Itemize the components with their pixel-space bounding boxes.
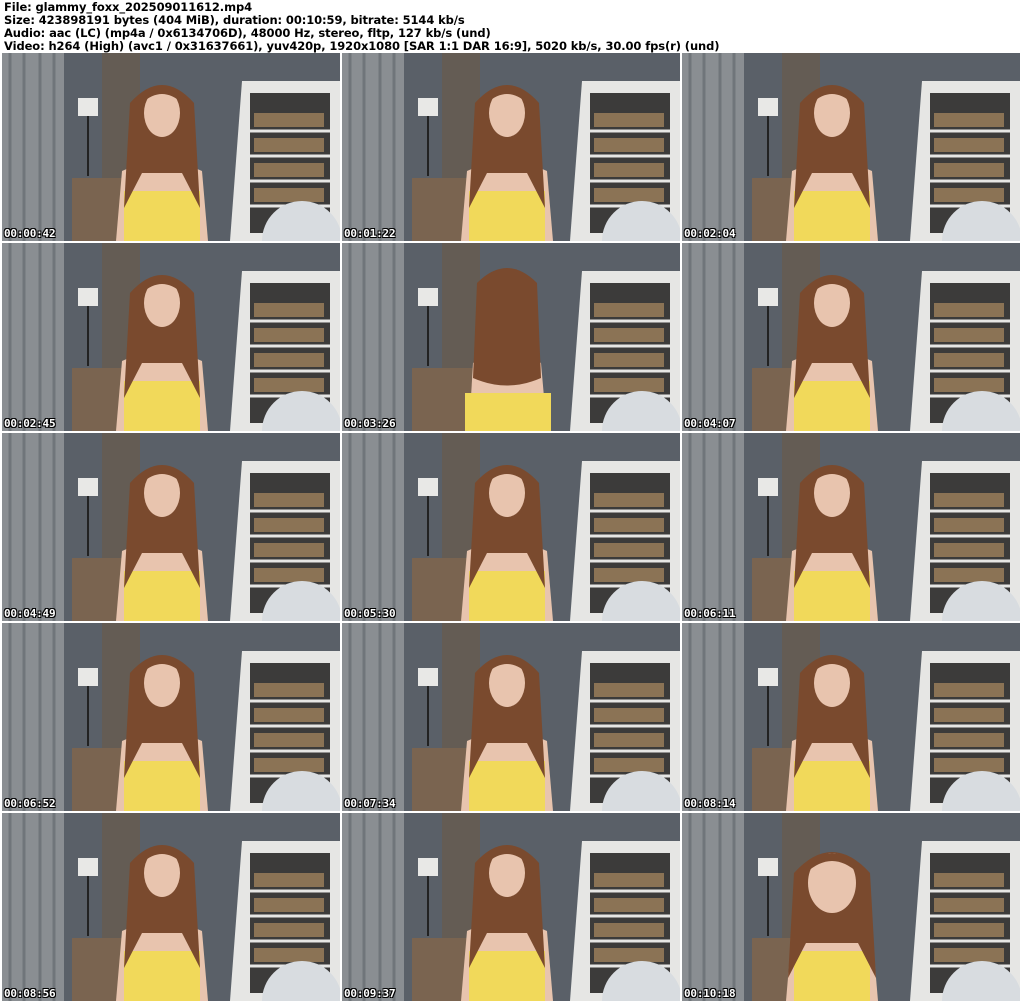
frame-image xyxy=(342,53,680,241)
frame-image xyxy=(682,623,1020,811)
video-frame-thumbnail[interactable]: 00:10:18 xyxy=(682,813,1020,1001)
frame-image xyxy=(2,433,340,621)
frame-image xyxy=(2,53,340,241)
frame-timestamp: 00:04:07 xyxy=(684,417,736,430)
video-frame-thumbnail[interactable]: 00:08:14 xyxy=(682,623,1020,811)
video-frame-thumbnail[interactable]: 00:08:56 xyxy=(2,813,340,1001)
frame-timestamp: 00:06:52 xyxy=(4,797,56,810)
video-frame-thumbnail[interactable]: 00:04:49 xyxy=(2,433,340,621)
video-frame-thumbnail[interactable]: 00:00:42 xyxy=(2,53,340,241)
video-frame-thumbnail[interactable]: 00:09:37 xyxy=(342,813,680,1001)
frame-image xyxy=(682,813,1020,1001)
frame-timestamp: 00:08:14 xyxy=(684,797,736,810)
frame-image xyxy=(2,813,340,1001)
thumbnail-grid: 00:00:42 00:01:22 00:02:04 00:02:45 00:0… xyxy=(2,53,1020,1001)
frame-image xyxy=(682,243,1020,431)
frame-timestamp: 00:03:26 xyxy=(344,417,396,430)
frame-timestamp: 00:07:34 xyxy=(344,797,396,810)
frame-image xyxy=(342,243,680,431)
video-frame-thumbnail[interactable]: 00:06:52 xyxy=(2,623,340,811)
video-frame-thumbnail[interactable]: 00:03:26 xyxy=(342,243,680,431)
video-frame-thumbnail[interactable]: 00:06:11 xyxy=(682,433,1020,621)
frame-timestamp: 00:02:45 xyxy=(4,417,56,430)
frame-image xyxy=(2,243,340,431)
frame-timestamp: 00:09:37 xyxy=(344,987,396,1000)
frame-timestamp: 00:00:42 xyxy=(4,227,56,240)
video-frame-thumbnail[interactable]: 00:01:22 xyxy=(342,53,680,241)
frame-timestamp: 00:08:56 xyxy=(4,987,56,1000)
video-frame-thumbnail[interactable]: 00:02:04 xyxy=(682,53,1020,241)
frame-image xyxy=(342,623,680,811)
frame-image xyxy=(342,813,680,1001)
video-frame-thumbnail[interactable]: 00:05:30 xyxy=(342,433,680,621)
video-frame-thumbnail[interactable]: 00:02:45 xyxy=(2,243,340,431)
video-frame-thumbnail[interactable]: 00:04:07 xyxy=(682,243,1020,431)
video-frame-thumbnail[interactable]: 00:07:34 xyxy=(342,623,680,811)
frame-image xyxy=(342,433,680,621)
video-line: Video: h264 (High) (avc1 / 0x31637661), … xyxy=(4,39,720,53)
frame-timestamp: 00:01:22 xyxy=(344,227,396,240)
frame-timestamp: 00:02:04 xyxy=(684,227,736,240)
frame-image xyxy=(682,53,1020,241)
frame-timestamp: 00:10:18 xyxy=(684,987,736,1000)
frame-timestamp: 00:05:30 xyxy=(344,607,396,620)
frame-timestamp: 00:06:11 xyxy=(684,607,736,620)
frame-image xyxy=(2,623,340,811)
frame-image xyxy=(682,433,1020,621)
file-info-header: File: glammy_foxx_202509011612.mp4 Size:… xyxy=(4,1,1020,53)
frame-timestamp: 00:04:49 xyxy=(4,607,56,620)
